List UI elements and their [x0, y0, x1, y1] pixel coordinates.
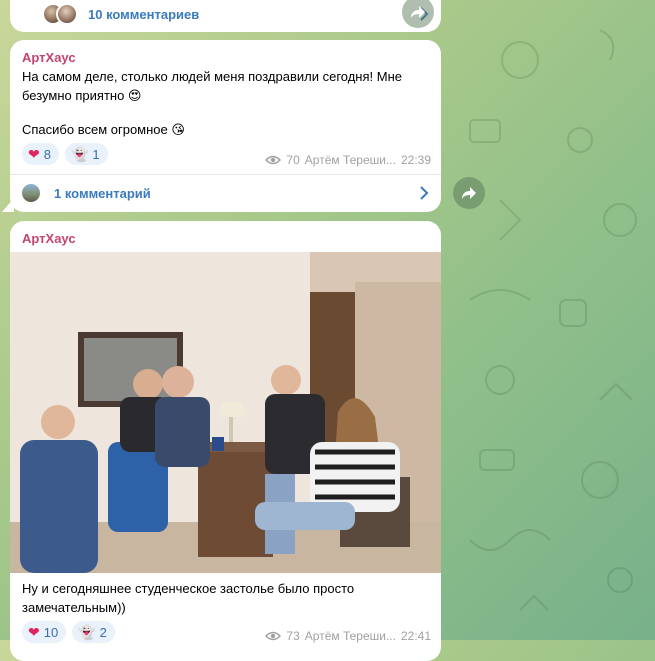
views-count: 70 [286, 153, 300, 167]
message-time: 22:41 [400, 629, 431, 643]
reaction-count: 10 [43, 624, 59, 640]
message-text: Ну и сегодняшнее студенческое застолье б… [22, 581, 355, 615]
reaction-count: 8 [43, 146, 51, 162]
comments-count-label: 10 комментариев [88, 6, 200, 22]
message-meta: 70 Артём Тереши... 22:39 [265, 153, 431, 167]
ghost-icon: 👻 [70, 146, 89, 162]
sender-name: АртХаус [22, 50, 76, 65]
heart-icon: ❤ [28, 624, 40, 640]
message-bubble-top: 10 комментариев [10, 0, 441, 32]
comments-count-label: 1 комментарий [54, 185, 151, 201]
reaction-count: 2 [99, 624, 107, 640]
reaction-count: 1 [92, 146, 100, 162]
sender-name: АртХаус [22, 231, 76, 246]
message-text: На самом деле, столько людей меня поздра… [22, 69, 402, 103]
reactions-bar: ❤ 8 👻 1 [22, 143, 108, 165]
forward-arrow-icon [462, 187, 476, 199]
photo-group-at-table-image [10, 252, 441, 573]
author-signature: Артём Тереши... [304, 153, 396, 167]
eye-icon [265, 155, 282, 165]
comments-row-top[interactable]: 10 комментариев [10, 0, 441, 32]
views-count: 73 [286, 629, 300, 643]
author-signature: Артём Тереши... [304, 629, 396, 643]
ghost-icon: 👻 [78, 624, 96, 640]
forward-arrow-icon [411, 6, 425, 18]
chevron-right-icon [420, 186, 429, 200]
message-text: Спасибо всем огромное 😘 [22, 122, 185, 137]
share-button[interactable] [453, 177, 485, 209]
comments-row[interactable]: 1 комментарий [10, 175, 441, 211]
message-time: 22:39 [400, 153, 431, 167]
message-bubble: АртХаус На самом деле, столько людей мен… [2, 40, 441, 212]
message-bubble: АртХаус Ну и сегодняшнее студенческое за… [10, 221, 441, 661]
message-meta: 73 Артём Тереши... 22:41 [265, 629, 431, 643]
message-photo[interactable] [10, 252, 441, 573]
commenter-avatar [20, 182, 42, 204]
reaction-ghost[interactable]: 👻 1 [64, 143, 108, 165]
heart-icon: ❤ [28, 146, 40, 162]
commenter-avatar [56, 3, 78, 25]
reaction-heart[interactable]: ❤ 8 [22, 143, 59, 165]
